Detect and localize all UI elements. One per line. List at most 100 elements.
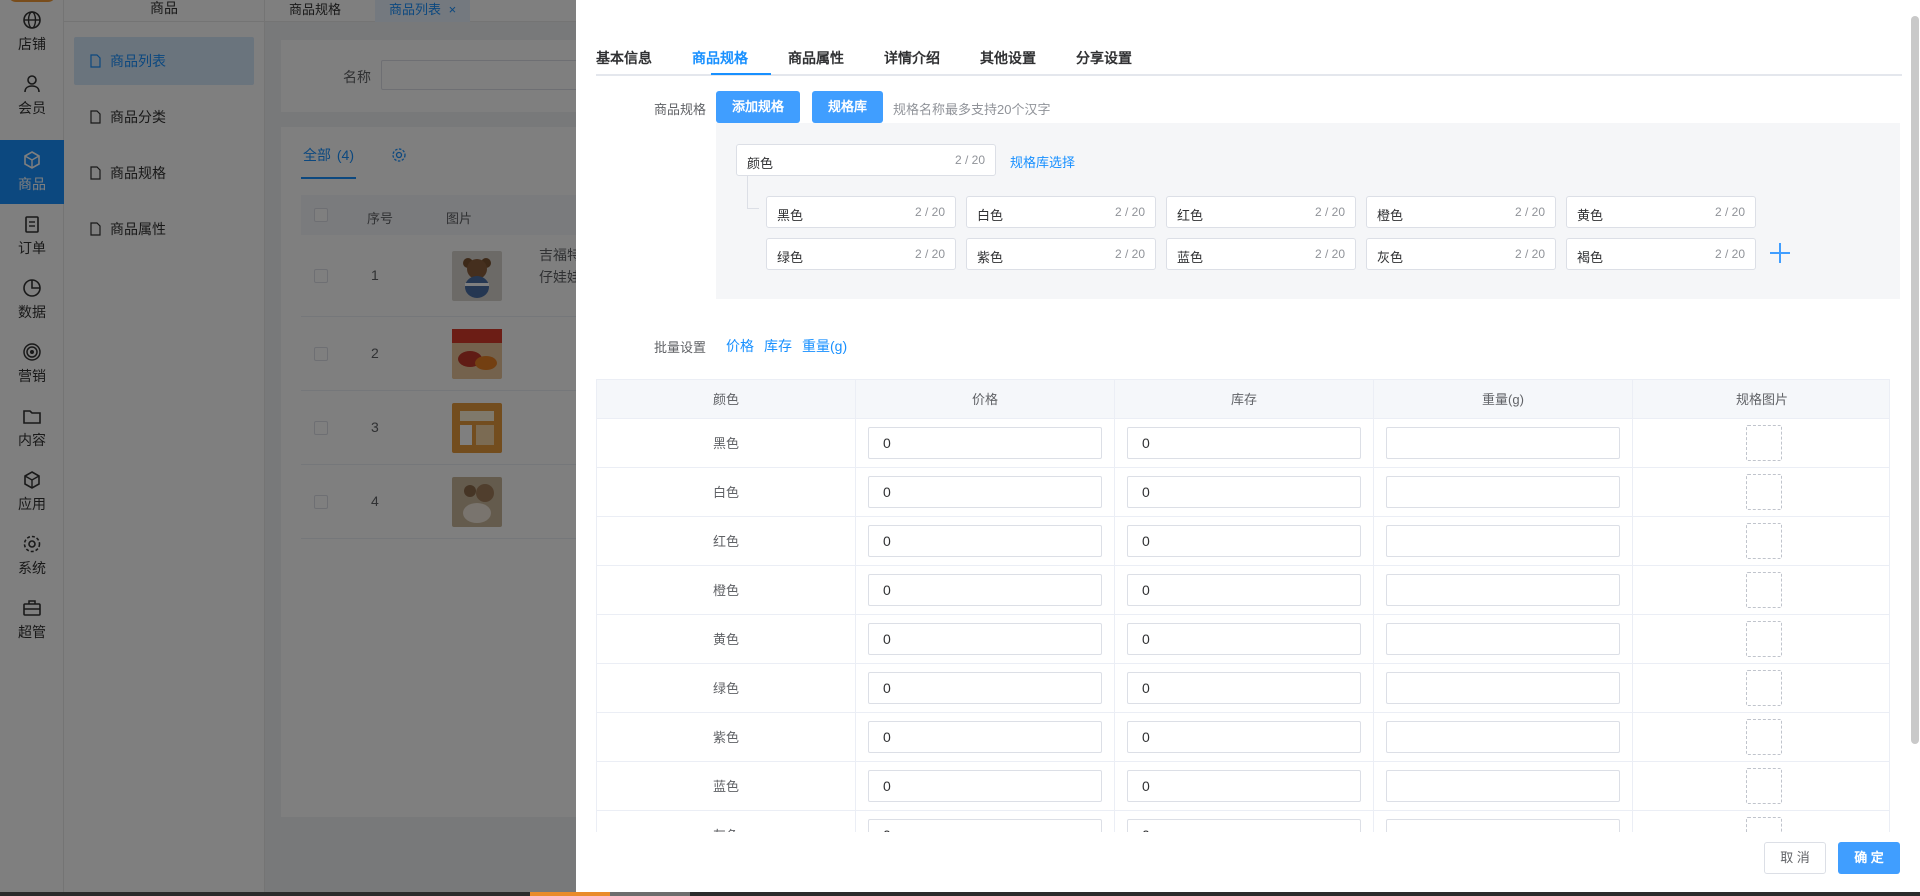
weight-input[interactable]	[1386, 623, 1620, 655]
tab-share-settings[interactable]: 分享设置	[1076, 48, 1132, 68]
spec-value-input[interactable]: 绿色 2 / 20	[766, 238, 956, 270]
spec-library-select-link[interactable]: 规格库选择	[1010, 152, 1075, 171]
spec-field-label: 商品规格	[654, 102, 707, 117]
spec-value-text: 黑色	[777, 208, 804, 223]
spec-value-input[interactable]: 黄色 2 / 20	[1566, 196, 1756, 228]
tree-connector	[747, 176, 748, 208]
weight-input[interactable]	[1386, 476, 1620, 508]
spec-image-upload[interactable]	[1746, 768, 1782, 804]
confirm-button[interactable]: 确 定	[1838, 842, 1900, 874]
batch-weight-link[interactable]: 重量(g)	[802, 336, 847, 356]
tab-basic-info[interactable]: 基本信息	[596, 48, 652, 68]
price-input[interactable]: 0	[868, 721, 1102, 753]
price-input[interactable]: 0	[868, 427, 1102, 459]
tab-other-settings[interactable]: 其他设置	[980, 48, 1036, 68]
spec-name-input[interactable]: 颜色 2 / 20	[736, 144, 996, 176]
spec-value-input[interactable]: 红色 2 / 20	[1166, 196, 1356, 228]
spec-value-input[interactable]: 蓝色 2 / 20	[1166, 238, 1356, 270]
stock-input[interactable]: 0	[1127, 476, 1361, 508]
tab-detail[interactable]: 详情介绍	[884, 48, 940, 68]
spec-value-text: 橙色	[1377, 208, 1404, 223]
spec-image-upload[interactable]	[1746, 572, 1782, 608]
price-input[interactable]: 0	[868, 672, 1102, 704]
spec-value-text: 绿色	[777, 250, 804, 265]
tree-connector	[747, 208, 759, 209]
weight-input[interactable]	[1386, 819, 1620, 832]
batch-stock-link[interactable]: 库存	[764, 336, 792, 356]
sku-color: 黑色	[597, 419, 856, 468]
table-row: 紫色 0 0	[597, 713, 1889, 762]
stock-input[interactable]: 0	[1127, 623, 1361, 655]
tab-goods-attr[interactable]: 商品属性	[788, 48, 844, 68]
sku-color: 白色	[597, 468, 856, 517]
sku-color: 橙色	[597, 566, 856, 615]
spec-value-text: 红色	[1177, 208, 1204, 223]
table-header: 颜色 价格 库存 重量(g) 规格图片	[597, 380, 1889, 419]
sku-table: 颜色 价格 库存 重量(g) 规格图片 黑色 0 0 白色 0 0 红色 0 0	[596, 379, 1890, 832]
spec-hint-text: 规格名称最多支持20个汉字	[893, 102, 1051, 117]
spec-image-upload[interactable]	[1746, 817, 1782, 832]
spec-image-upload[interactable]	[1746, 621, 1782, 657]
tab-goods-spec[interactable]: 商品规格	[692, 48, 748, 68]
stock-input[interactable]: 0	[1127, 672, 1361, 704]
spec-image-upload[interactable]	[1746, 523, 1782, 559]
drawer-scrollbar[interactable]	[1911, 16, 1919, 744]
taskbar-segment	[610, 892, 690, 896]
sku-color: 蓝色	[597, 762, 856, 811]
price-input[interactable]: 0	[868, 525, 1102, 557]
column-spec-image: 规格图片	[1735, 392, 1788, 407]
table-row: 黄色 0 0	[597, 615, 1889, 664]
table-row: 橙色 0 0	[597, 566, 1889, 615]
price-input[interactable]: 0	[868, 476, 1102, 508]
price-input[interactable]: 0	[868, 819, 1102, 832]
price-input[interactable]: 0	[868, 574, 1102, 606]
taskbar-strip	[0, 892, 1920, 896]
spec-value-input[interactable]: 紫色 2 / 20	[966, 238, 1156, 270]
char-counter: 2 / 20	[1514, 247, 1545, 261]
stock-input[interactable]: 0	[1127, 525, 1361, 557]
spec-value-input[interactable]: 褐色 2 / 20	[1566, 238, 1756, 270]
cancel-button[interactable]: 取 消	[1764, 842, 1826, 874]
drawer-tabs: 基本信息 商品规格 商品属性 详情介绍 其他设置 分享设置	[596, 40, 1902, 76]
spec-image-upload[interactable]	[1746, 719, 1782, 755]
char-counter: 2 / 20	[1114, 247, 1145, 261]
weight-input[interactable]	[1386, 721, 1620, 753]
spec-value-input[interactable]: 白色 2 / 20	[966, 196, 1156, 228]
weight-input[interactable]	[1386, 525, 1620, 557]
table-row: 红色 0 0	[597, 517, 1889, 566]
spec-group: 颜色 2 / 20 规格库选择 黑色 2 / 20 白色 2 / 20 红色 2 / …	[716, 123, 1900, 299]
spec-image-upload[interactable]	[1746, 670, 1782, 706]
price-input[interactable]: 0	[868, 770, 1102, 802]
column-price: 价格	[856, 380, 1115, 419]
stock-input[interactable]: 0	[1127, 574, 1361, 606]
spec-library-button[interactable]: 规格库	[812, 91, 884, 123]
weight-input[interactable]	[1386, 770, 1620, 802]
sku-color: 绿色	[597, 664, 856, 713]
batch-price-link[interactable]: 价格	[726, 336, 754, 356]
spec-value-text: 白色	[977, 208, 1004, 223]
weight-input[interactable]	[1386, 672, 1620, 704]
stock-input[interactable]: 0	[1127, 427, 1361, 459]
add-spec-value-icon[interactable]	[1768, 241, 1792, 265]
spec-value-text: 褐色	[1577, 250, 1604, 265]
spec-value-input[interactable]: 橙色 2 / 20	[1366, 196, 1556, 228]
active-tab-indicator	[711, 73, 771, 75]
add-spec-button[interactable]: 添加规格	[716, 91, 801, 123]
spec-value-input[interactable]: 灰色 2 / 20	[1366, 238, 1556, 270]
stock-input[interactable]: 0	[1127, 770, 1361, 802]
char-counter: 2 / 20	[914, 205, 945, 219]
spec-value-text: 灰色	[1377, 250, 1404, 265]
char-counter: 2 / 20	[1114, 205, 1145, 219]
spec-value-text: 紫色	[977, 250, 1004, 265]
table-row: 灰色 0 0	[597, 811, 1889, 832]
spec-value-input[interactable]: 黑色 2 / 20	[766, 196, 956, 228]
char-counter: 2 / 20	[1514, 205, 1545, 219]
spec-image-upload[interactable]	[1746, 474, 1782, 510]
stock-input[interactable]: 0	[1127, 819, 1361, 832]
stock-input[interactable]: 0	[1127, 721, 1361, 753]
sku-color: 红色	[597, 517, 856, 566]
spec-image-upload[interactable]	[1746, 425, 1782, 461]
weight-input[interactable]	[1386, 574, 1620, 606]
weight-input[interactable]	[1386, 427, 1620, 459]
price-input[interactable]: 0	[868, 623, 1102, 655]
